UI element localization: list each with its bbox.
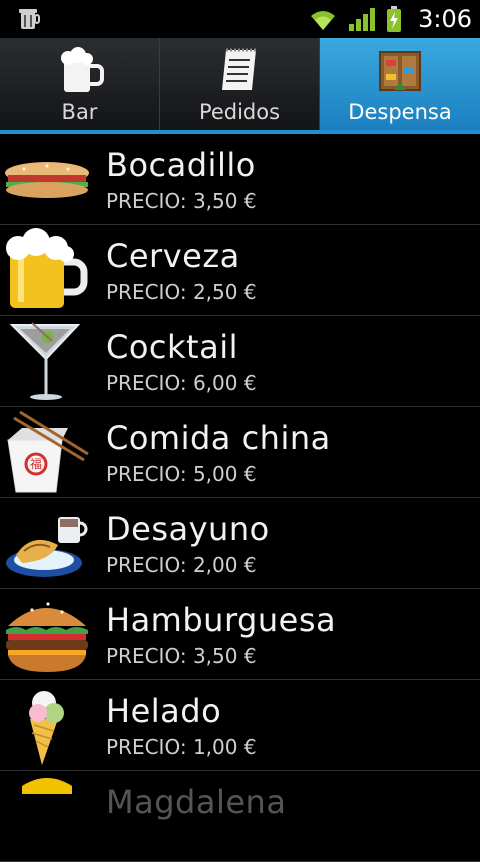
tab-bar-label: Bar (61, 100, 98, 124)
beer-mug-icon (60, 47, 104, 92)
status-bar: 3:06 (0, 0, 480, 38)
item-price: PRECIO: 2,00 € (106, 553, 257, 577)
list-item[interactable]: Hamburguesa PRECIO: 3,50 € (0, 589, 480, 680)
tab-despensa-label: Despensa (348, 100, 452, 124)
list-item[interactable]: Cocktail PRECIO: 6,00 € (0, 316, 480, 407)
sandwich-icon (5, 162, 89, 198)
item-name: Desayuno (106, 510, 270, 548)
muffin-icon (22, 778, 72, 794)
item-price: PRECIO: 3,50 € (106, 644, 257, 668)
item-name: Comida china (106, 419, 331, 457)
item-price: PRECIO: 5,00 € (106, 462, 257, 486)
list-item[interactable]: 福 Comida china PRECIO: 5,00 € (0, 407, 480, 498)
item-name: Hamburguesa (106, 601, 337, 639)
list-item[interactable]: Desayuno PRECIO: 2,00 € (0, 498, 480, 589)
item-price: PRECIO: 6,00 € (106, 371, 257, 395)
list-item[interactable]: Magdalena (0, 771, 480, 862)
notepad-icon (221, 48, 256, 90)
svg-text:福: 福 (30, 456, 42, 471)
item-price: PRECIO: 3,50 € (106, 189, 257, 213)
item-name: Cocktail (106, 328, 238, 366)
list-item[interactable]: Cerveza PRECIO: 2,50 € (0, 225, 480, 316)
tab-pedidos-label: Pedidos (198, 100, 281, 124)
ice-cream-icon (29, 691, 64, 765)
status-clock: 3:06 (418, 5, 472, 33)
breakfast-icon (6, 517, 88, 577)
beer-icon (6, 228, 88, 308)
item-name: Magdalena (106, 783, 287, 821)
item-name: Bocadillo (106, 146, 256, 184)
battery-charging-icon (387, 6, 402, 32)
tab-despensa[interactable]: Despensa (320, 38, 480, 130)
item-name: Helado (106, 692, 222, 730)
product-list: Bocadillo PRECIO: 3,50 € Cerveza PRECIO:… (0, 134, 480, 862)
list-item[interactable]: Helado PRECIO: 1,00 € (0, 680, 480, 771)
item-price: PRECIO: 2,50 € (106, 280, 257, 304)
item-name: Cerveza (106, 237, 240, 275)
wifi-icon (311, 11, 336, 30)
signal-icon (349, 8, 376, 31)
cocktail-icon (9, 322, 81, 400)
hamburger-icon (6, 602, 88, 672)
chinese-takeout-icon: 福 (7, 410, 89, 493)
notification-trash-icon (19, 9, 40, 29)
item-price: PRECIO: 1,00 € (106, 735, 257, 759)
list-item[interactable]: Bocadillo PRECIO: 3,50 € (0, 134, 480, 225)
pantry-icon (379, 51, 421, 91)
tab-pedidos[interactable]: Pedidos (160, 38, 320, 130)
tab-bar-item[interactable]: Bar (0, 38, 160, 130)
tab-bar: Bar Pedidos Despensa (0, 38, 480, 130)
